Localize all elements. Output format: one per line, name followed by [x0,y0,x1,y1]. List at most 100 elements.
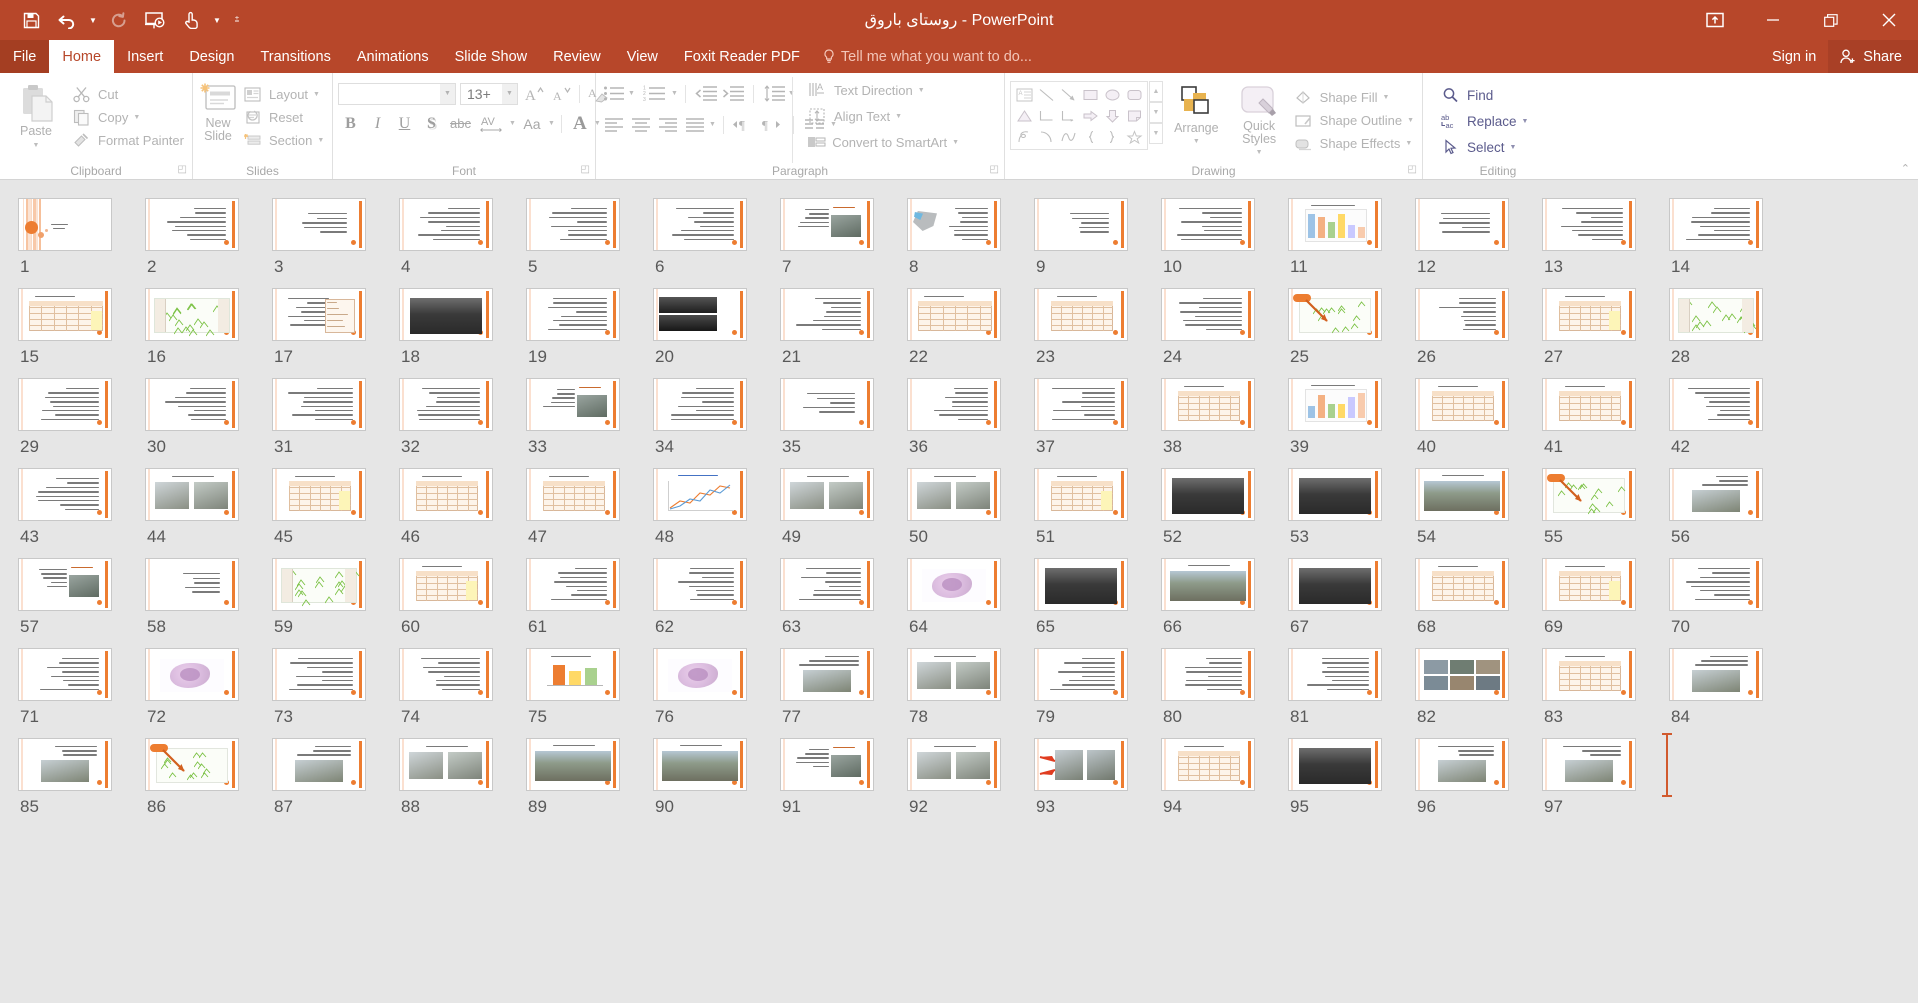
slide-thumbnail-97[interactable]: 97 [1542,738,1669,828]
slide-thumbnail-8[interactable]: 8 [907,198,1034,288]
slide-preview[interactable] [526,468,620,521]
slide-preview[interactable] [1288,648,1382,701]
decrease-font-size-icon[interactable]: A [549,82,572,105]
quick-styles-button[interactable]: Quick Styles ▼ [1230,81,1289,159]
slide-preview[interactable] [1034,378,1128,431]
slide-thumbnail-40[interactable]: 40 [1415,378,1542,468]
copy-button[interactable]: Copy ▼ [67,106,187,129]
font-size-dropdown-icon[interactable]: ▼ [502,84,517,104]
slide-preview[interactable] [907,468,1001,521]
slide-preview[interactable] [1034,738,1128,791]
slide-thumbnail-55[interactable]: 55 [1542,468,1669,558]
save-icon[interactable] [14,5,48,35]
slide-preview[interactable] [399,558,493,611]
shape-arc-icon[interactable] [1035,126,1057,147]
slide-thumbnail-53[interactable]: 53 [1288,468,1415,558]
shapes-scroll-down-icon[interactable]: ▼ [1149,102,1163,123]
slide-thumbnail-70[interactable]: 70 [1669,558,1796,648]
section-button[interactable]: Section ▼ [238,129,327,152]
slide-thumbnail-36[interactable]: 36 [907,378,1034,468]
slide-preview[interactable] [653,198,747,251]
slide-preview[interactable] [526,738,620,791]
customize-qat-icon[interactable]: ⩲ [226,5,248,35]
tab-slide-show[interactable]: Slide Show [442,40,541,73]
slide-preview[interactable] [1415,648,1509,701]
increase-font-size-icon[interactable]: A [522,82,545,105]
find-button[interactable]: Find [1436,82,1531,108]
slide-preview[interactable] [145,738,239,791]
ribbon-display-options-icon[interactable] [1686,0,1744,40]
slide-preview[interactable] [1542,288,1636,341]
slide-thumbnail-2[interactable]: 2 [145,198,272,288]
slide-preview[interactable] [1542,468,1636,521]
slide-thumbnail-49[interactable]: 49 [780,468,907,558]
slide-preview[interactable] [907,288,1001,341]
slide-preview[interactable] [1161,558,1255,611]
slide-preview[interactable] [399,738,493,791]
slide-thumbnail-47[interactable]: 47 [526,468,653,558]
section-dropdown-icon[interactable]: ▼ [317,137,324,144]
slide-thumbnail-83[interactable]: 83 [1542,648,1669,738]
strikethrough-button[interactable]: abc [446,112,475,135]
slide-preview[interactable] [1161,468,1255,521]
slide-preview[interactable] [526,558,620,611]
slide-preview[interactable] [653,288,747,341]
shape-right-brace-icon[interactable] [1101,126,1123,147]
slide-preview[interactable] [145,288,239,341]
slide-thumbnail-76[interactable]: 76 [653,648,780,738]
slide-preview[interactable] [18,378,112,431]
slide-thumbnail-31[interactable]: 31 [272,378,399,468]
slide-preview[interactable] [1542,648,1636,701]
shape-outline-dropdown-icon[interactable]: ▼ [1407,117,1414,124]
slide-thumbnail-85[interactable]: 85 [18,738,145,828]
slide-thumbnail-61[interactable]: 61 [526,558,653,648]
shapes-more-icon[interactable]: ▼ [1149,123,1163,144]
slide-preview[interactable] [1415,558,1509,611]
slide-thumbnail-24[interactable]: 24 [1161,288,1288,378]
layout-button[interactable]: Layout ▼ [238,83,327,106]
slide-thumbnail-32[interactable]: 32 [399,378,526,468]
slide-preview[interactable] [272,648,366,701]
slide-preview[interactable] [1542,558,1636,611]
slide-preview[interactable] [653,558,747,611]
slide-preview[interactable] [1034,198,1128,251]
slide-thumbnail-59[interactable]: 59 [272,558,399,648]
close-icon[interactable] [1860,0,1918,40]
slide-thumbnail-45[interactable]: 45 [272,468,399,558]
slide-thumbnail-81[interactable]: 81 [1288,648,1415,738]
slide-preview[interactable] [1161,738,1255,791]
slide-preview[interactable] [907,558,1001,611]
slide-thumbnail-65[interactable]: 65 [1034,558,1161,648]
slide-thumbnail-52[interactable]: 52 [1161,468,1288,558]
tab-foxit-reader-pdf[interactable]: Foxit Reader PDF [671,40,813,73]
slide-thumbnail-9[interactable]: 9 [1034,198,1161,288]
tab-review[interactable]: Review [540,40,614,73]
slide-thumbnail-13[interactable]: 13 [1542,198,1669,288]
slide-thumbnail-11[interactable]: 11 [1288,198,1415,288]
slide-preview[interactable] [272,558,366,611]
slide-thumbnail-30[interactable]: 30 [145,378,272,468]
character-spacing-button[interactable]: AV [477,112,507,135]
slide-thumbnail-62[interactable]: 62 [653,558,780,648]
slide-preview[interactable] [1669,378,1763,431]
slide-preview[interactable] [18,198,112,251]
start-presentation-icon[interactable] [138,5,172,35]
slide-thumbnail-22[interactable]: 22 [907,288,1034,378]
collapse-ribbon-icon[interactable]: ⌃ [1901,162,1910,175]
slide-preview[interactable] [780,288,874,341]
slide-preview[interactable] [780,198,874,251]
shapes-gallery-scrollbar[interactable]: ▲ ▼ ▼ [1149,81,1163,150]
arrange-dropdown-icon[interactable]: ▼ [1193,135,1200,148]
align-text-button[interactable]: Align Text ▼ [792,103,962,129]
slide-preview[interactable] [653,738,747,791]
slide-preview[interactable] [1288,468,1382,521]
slide-preview[interactable] [1034,648,1128,701]
shape-textbox-icon[interactable]: A [1013,84,1035,105]
slide-preview[interactable] [272,288,366,341]
select-button[interactable]: Select ▼ [1436,134,1531,160]
sign-in-button[interactable]: Sign in [1760,49,1828,65]
slide-thumbnail-48[interactable]: 48 [653,468,780,558]
slide-preview[interactable] [272,738,366,791]
tab-design[interactable]: Design [176,40,247,73]
slide-preview[interactable] [780,378,874,431]
